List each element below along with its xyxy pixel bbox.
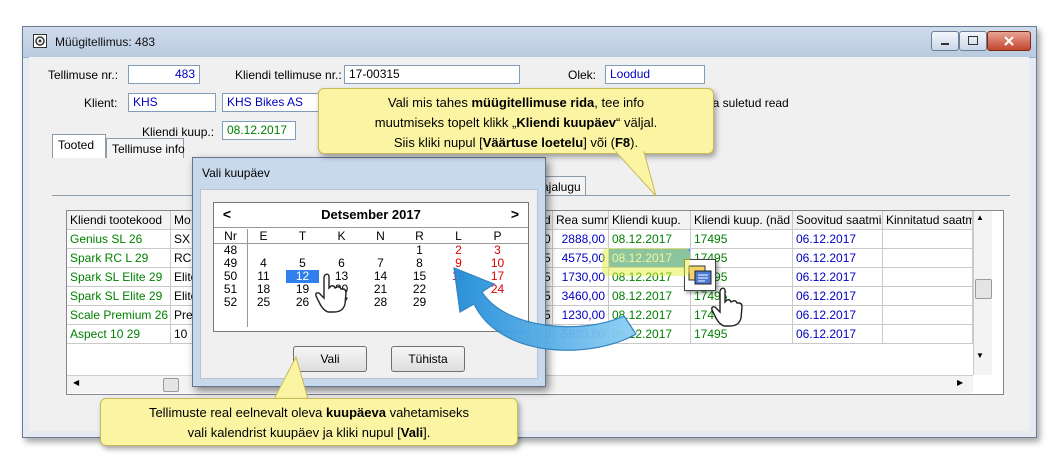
cell-code[interactable]: Spark RC L 29 — [67, 249, 171, 268]
bottom-callout-line1: Tellimuste real eelnevalt oleva kuupäeva… — [148, 405, 470, 420]
cell-desired-ship[interactable]: 06.12.2017 — [793, 249, 883, 268]
cell-mo[interactable]: Elite — [171, 287, 193, 306]
calendar-weekday-header: Nr — [224, 229, 237, 243]
cell-desired-ship[interactable]: 06.12.2017 — [793, 287, 883, 306]
calendar-weekday-header: N — [376, 229, 385, 243]
calendar-day[interactable]: 29 — [403, 296, 436, 309]
top-callout-pointer — [614, 150, 657, 197]
minimize-button[interactable] — [931, 31, 959, 51]
cell-confirmed-ship[interactable] — [883, 230, 973, 249]
hand-cursor-icon — [315, 273, 347, 313]
title-bar: Müügitellimus: 483 — [23, 27, 1036, 58]
client-order-field[interactable]: 17-00315 — [344, 65, 520, 84]
curved-arrow-icon — [453, 267, 637, 351]
hand-cursor-icon-2 — [711, 287, 743, 327]
cell-mo[interactable]: Pre — [171, 306, 193, 325]
vertical-scroll-thumb[interactable] — [975, 279, 992, 299]
dialog-title: Vali kuupäev — [202, 166, 270, 180]
scroll-right-icon[interactable]: ▶ — [957, 378, 963, 387]
col-header-desired-ship[interactable]: Soovitud saatmis — [793, 211, 883, 230]
cell-sum[interactable]: 2888,00 — [553, 230, 609, 249]
col-header-code[interactable]: Kliendi tootekood — [67, 211, 171, 230]
cell-desired-ship[interactable]: 06.12.2017 — [793, 325, 883, 344]
status-label: Olek: — [568, 68, 597, 82]
calendar-month: Detsember 2017 — [321, 207, 421, 222]
col-header-client-date[interactable]: Kliendi kuup. — [609, 211, 691, 230]
window-title: Müügitellimus: 483 — [55, 35, 156, 49]
col-header-mo[interactable]: Mo — [171, 211, 193, 230]
client-label: Klient: — [84, 96, 118, 110]
top-callout-line1: Vali mis tahes müügitellimuse rida, tee … — [387, 95, 645, 110]
minimize-icon — [941, 43, 949, 45]
vertical-scrollbar[interactable]: ▲ ▼ — [973, 211, 992, 375]
cell-confirmed-ship[interactable] — [883, 268, 973, 287]
client-name-field[interactable]: KHS Bikes AS — [222, 93, 322, 112]
calendar-day[interactable]: 28 — [364, 296, 397, 309]
cell-code[interactable]: Aspect 10 29 — [67, 325, 171, 344]
cell-code[interactable]: Scale Premium 26 — [67, 306, 171, 325]
horizontal-scroll-thumb[interactable] — [163, 378, 179, 392]
cell-code[interactable]: Spark SL Elite 29 — [67, 268, 171, 287]
cell-confirmed-ship[interactable] — [883, 287, 973, 306]
calendar-day[interactable]: 25 — [247, 296, 280, 309]
calendar-weekday-header: T — [298, 229, 307, 243]
calendar-weekday-header: L — [455, 229, 462, 243]
client-date-label: Kliendi kuup.: — [142, 125, 215, 139]
order-nr-label: Tellimuse nr.: — [48, 68, 119, 82]
calendar-week-number: 52 — [223, 295, 238, 309]
scroll-up-icon[interactable]: ▲ — [976, 213, 984, 222]
tab-tellimuse-info[interactable]: Tellimuse info — [106, 138, 185, 158]
next-month-button[interactable]: > — [506, 206, 524, 223]
col-header-confirmed-ship[interactable]: Kinnitatud saatmi — [883, 211, 973, 230]
bottom-callout-pointer — [273, 355, 309, 400]
client-code-field[interactable]: KHS — [128, 93, 216, 112]
calendar-weekday-header: R — [415, 229, 424, 243]
cell-confirmed-ship[interactable] — [883, 249, 973, 268]
cell-client-date[interactable]: 08.12.2017 — [609, 230, 691, 249]
cell-confirmed-ship[interactable] — [883, 325, 973, 344]
tab-tooted[interactable]: Tooted — [52, 134, 106, 158]
cell-mo[interactable]: Elite — [171, 268, 193, 287]
cell-code[interactable]: Genius SL 26 — [67, 230, 171, 249]
cell-confirmed-ship[interactable] — [883, 306, 973, 325]
calendar-header: < Detsember 2017 > — [214, 203, 528, 228]
maximize-button[interactable] — [959, 31, 987, 51]
scroll-left-icon[interactable]: ◀ — [73, 378, 79, 387]
calendar-weekday-header: K — [337, 229, 346, 243]
calendar-weekday-header: P — [493, 229, 502, 243]
client-date-field[interactable]: 08.12.2017 — [222, 121, 296, 140]
cell-code[interactable]: Spark SL Elite 29 — [67, 287, 171, 306]
top-callout-line2: muutmiseks topelt klikk „Kliendi kuupäev… — [374, 115, 658, 130]
status-field[interactable]: Loodud — [605, 65, 705, 84]
top-callout: Vali mis tahes müügitellimuse rida, tee … — [318, 88, 714, 154]
bottom-callout: Tellimuste real eelnevalt oleva kuupäeva… — [100, 398, 518, 446]
col-header-client-week[interactable]: Kliendi kuup. (näd — [691, 211, 793, 230]
cell-client-week[interactable]: 17495 — [691, 230, 793, 249]
cell-mo[interactable]: 10 — [171, 325, 193, 344]
cell-desired-ship[interactable]: 06.12.2017 — [793, 306, 883, 325]
cell-desired-ship[interactable]: 06.12.2017 — [793, 230, 883, 249]
cell-mo[interactable]: RC — [171, 249, 193, 268]
cell-mo[interactable]: SX — [171, 230, 193, 249]
cell-desired-ship[interactable]: 06.12.2017 — [793, 268, 883, 287]
close-button[interactable] — [987, 31, 1031, 51]
bottom-callout-line2: vali kalendrist kuupäev ja kliki nupul [… — [187, 425, 431, 440]
close-icon — [1004, 36, 1014, 46]
order-nr-field[interactable]: 483 — [128, 65, 200, 84]
calendar-weekday-header: E — [259, 229, 268, 243]
app-icon — [33, 34, 47, 48]
scroll-down-icon[interactable]: ▼ — [976, 351, 984, 360]
closed-rows-text: da suletud read — [706, 96, 789, 110]
maximize-icon — [968, 36, 978, 45]
col-header-sum[interactable]: Rea summ — [553, 211, 609, 230]
client-order-label: Kliendi tellimuse nr.: — [235, 68, 342, 82]
